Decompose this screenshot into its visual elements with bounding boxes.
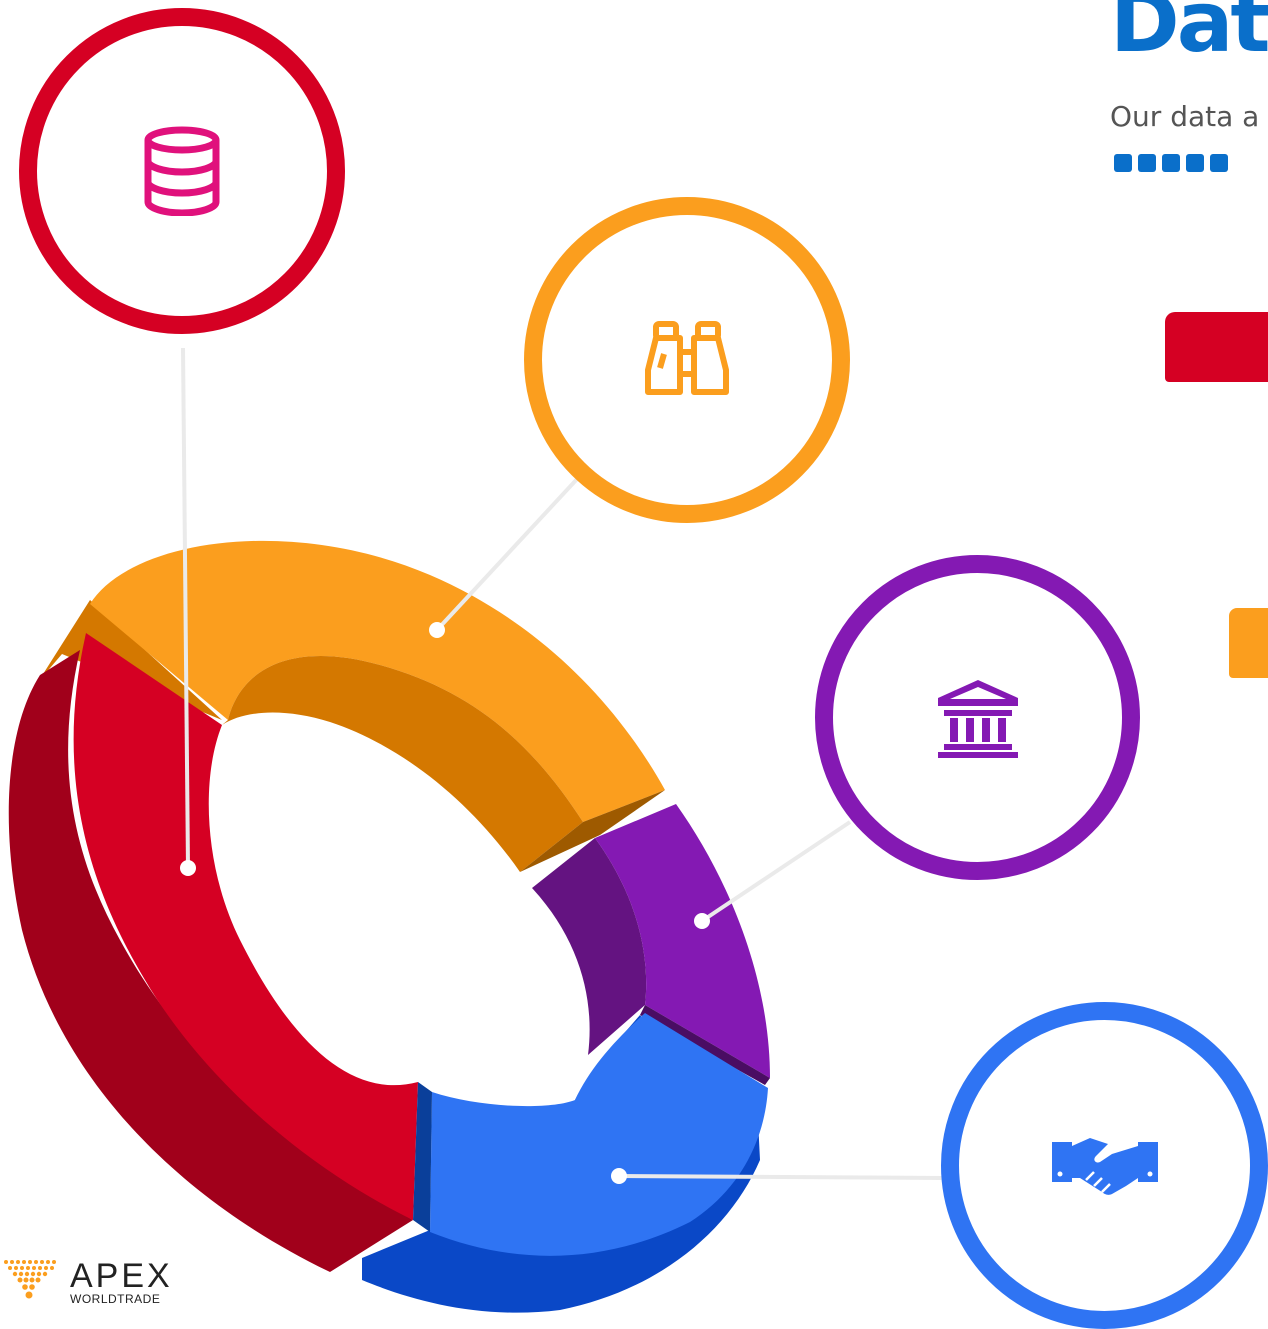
binoculars-icon [645, 321, 729, 395]
decorative-dots [1114, 154, 1228, 172]
bank-icon [937, 679, 1018, 758]
orange-label-bar [1229, 608, 1268, 678]
database-circle [19, 8, 345, 334]
page-title: Dat [1110, 0, 1268, 71]
handshake-icon [1051, 1137, 1158, 1195]
connector-dot-orange [429, 622, 445, 638]
database-icon [144, 126, 220, 216]
logo-wordmark: APEX [70, 1257, 173, 1295]
connector-dot-purple [694, 913, 710, 929]
dot [1210, 154, 1228, 172]
dot [1138, 154, 1156, 172]
red-label-bar [1165, 312, 1268, 382]
binoculars-circle [524, 197, 850, 523]
handshake-circle [941, 1002, 1268, 1329]
dot [1162, 154, 1180, 172]
connector-line-blue [618, 1174, 943, 1180]
connector-dot-blue [611, 1168, 627, 1184]
logo-mark-icon [4, 1260, 56, 1299]
apex-logo: APEX WORLDTRADE [0, 1258, 173, 1306]
bank-circle [815, 555, 1140, 880]
logo-subtitle: WORLDTRADE [70, 1292, 161, 1306]
dot [1114, 154, 1132, 172]
connector-line-purple [700, 820, 852, 923]
dot [1186, 154, 1204, 172]
connector-line-orange [435, 476, 580, 632]
connector-dot-red [180, 860, 196, 876]
page-subtitle: Our data a [1110, 100, 1260, 133]
